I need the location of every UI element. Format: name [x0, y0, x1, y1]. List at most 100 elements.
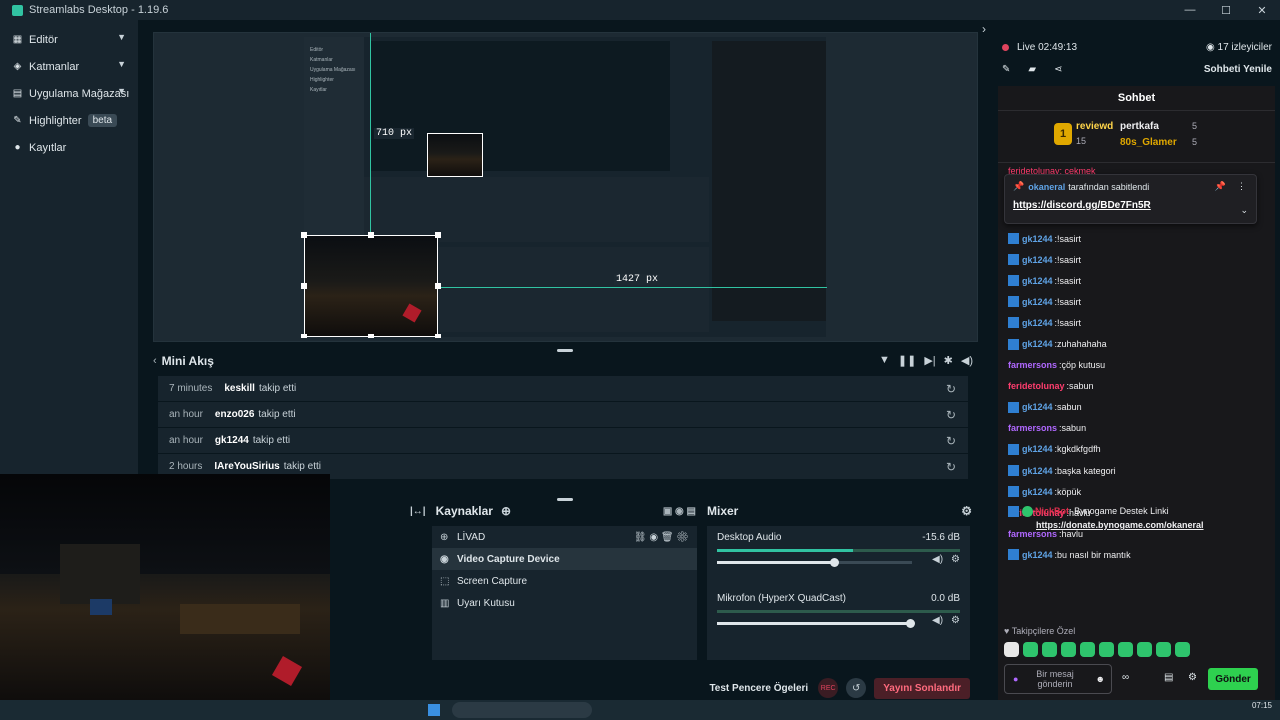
resize-handle[interactable] — [435, 334, 441, 338]
folder-icon[interactable]: ▰ — [1028, 64, 1036, 75]
add-source-icon[interactable]: ⊕ — [501, 504, 511, 518]
leader-count: 5 — [1192, 137, 1198, 147]
selected-source-webcam[interactable] — [304, 235, 438, 337]
emote-icon[interactable] — [1080, 642, 1095, 657]
resize-handle[interactable] — [301, 334, 307, 338]
selected-source-small[interactable] — [427, 133, 483, 177]
end-stream-button[interactable]: Yayını Sonlandır — [874, 677, 970, 699]
chevron-down-icon[interactable]: ⌄ — [1240, 205, 1248, 216]
resize-handle[interactable] — [368, 334, 374, 338]
unpin-icon[interactable]: 📌 — [1215, 181, 1226, 192]
chat-user[interactable]: feridetolunay — [1008, 381, 1065, 391]
resize-handle[interactable] — [435, 283, 441, 289]
slider-knob[interactable] — [830, 558, 839, 567]
maximize-icon[interactable]: ☐ — [1208, 0, 1244, 20]
source-item-alert-box[interactable]: ▥ Uyarı Kutusu — [432, 592, 697, 614]
test-widgets-label[interactable]: Test Pencere Ögeleri — [709, 683, 808, 694]
share-icon[interactable]: ⋖ — [1054, 64, 1062, 75]
chat-user[interactable]: gk1244 — [1022, 276, 1053, 286]
repeat-icon[interactable]: ↻ — [946, 460, 956, 474]
send-button[interactable]: Gönder — [1208, 668, 1258, 690]
stream-preview[interactable]: Editör Katmanlar Uygulama Mağazası Highl… — [153, 32, 978, 342]
chat-input[interactable]: ● Bir mesaj gönderin ☻ — [1004, 664, 1112, 694]
sidebar-item-editor[interactable]: ▦ Editör ▼ — [0, 26, 138, 53]
bot-link[interactable]: https://donate.bynogame.com/okaneral — [1036, 520, 1204, 530]
repeat-icon[interactable]: ↻ — [946, 382, 956, 396]
resize-handle[interactable] — [435, 232, 441, 238]
chat-settings-icon[interactable]: ⚙ — [1188, 672, 1197, 683]
source-tools-icons[interactable]: ▣ ◉ ▤ — [663, 506, 696, 517]
chat-user[interactable]: gk1244 — [1022, 444, 1053, 454]
sidebar-item-recordings[interactable]: ● Kayıtlar — [0, 134, 138, 161]
speaker-icon[interactable]: ◀) — [932, 615, 943, 626]
channel-settings-icon[interactable]: ⚙ — [951, 615, 960, 626]
source-label: Video Capture Device — [457, 553, 560, 565]
chat-user[interactable]: farmersons — [1008, 360, 1057, 370]
skip-icon[interactable]: ▶| — [924, 354, 935, 367]
pause-icon[interactable]: ❚❚ — [898, 354, 916, 367]
emote-icon[interactable] — [1175, 642, 1190, 657]
chat-text: !sasirt — [1057, 233, 1082, 244]
scenes-collapse-icon[interactable]: |↔| — [410, 506, 426, 517]
channel-settings-icon[interactable]: ⚙ — [951, 554, 960, 565]
emote-icon[interactable] — [1004, 642, 1019, 657]
sidebar-item-layers[interactable]: ◈ Katmanlar ▼ — [0, 53, 138, 80]
replay-buffer-button[interactable]: ↺ — [846, 678, 867, 698]
chat-user[interactable]: gk1244 — [1022, 339, 1053, 349]
settings-icon[interactable]: ✱ — [944, 354, 953, 367]
chat-user[interactable]: gk1244 — [1022, 318, 1053, 328]
search-icon[interactable] — [452, 702, 592, 718]
chat-user[interactable]: gk1244 — [1022, 550, 1053, 560]
chat-user[interactable]: gk1244 — [1022, 255, 1053, 265]
record-button[interactable]: REC — [818, 678, 839, 698]
edit-icon[interactable]: ✎ — [1002, 64, 1010, 75]
emote-icon[interactable] — [1156, 642, 1171, 657]
live-tools: ✎ ▰ ⋖ Sohbeti Yenile — [1002, 62, 1272, 76]
volume-icon[interactable]: ◀) — [961, 354, 973, 367]
chat-user[interactable]: gk1244 — [1022, 466, 1053, 476]
store-icon[interactable]: ▤ — [1164, 672, 1173, 683]
chat-user[interactable]: gk1244 — [1022, 402, 1053, 412]
resize-handle[interactable] — [301, 232, 307, 238]
close-icon[interactable]: ✕ — [1244, 0, 1280, 20]
refresh-chat-button[interactable]: Sohbeti Yenile — [1204, 64, 1272, 75]
emote-icon[interactable] — [1118, 642, 1133, 657]
emote-icon[interactable] — [1023, 642, 1038, 657]
resize-handle[interactable] — [301, 283, 307, 289]
emote-icon[interactable] — [1042, 642, 1057, 657]
filter-icon[interactable]: ▼ — [879, 354, 890, 367]
source-label: LİVAD — [457, 531, 486, 543]
slider-knob[interactable] — [906, 619, 916, 628]
nested-sidebar-item: Kayıtlar — [310, 87, 327, 93]
emote-icon[interactable] — [1061, 642, 1076, 657]
start-icon[interactable] — [428, 704, 440, 716]
mixer-settings-icon[interactable]: ⚙ — [961, 504, 972, 518]
chat-user[interactable]: gk1244 — [1022, 297, 1053, 307]
collapse-left-icon[interactable]: ‹ — [153, 355, 157, 367]
repeat-icon[interactable]: ↻ — [946, 434, 956, 448]
chat-user[interactable]: farmersons — [1008, 423, 1057, 433]
source-actions[interactable]: ⛓ ◉ 🗑 ⚙ — [634, 532, 689, 543]
editor-footer: Test Pencere Ögeleri REC ↺ Yayını Sonlan… — [330, 676, 980, 700]
chat-user[interactable]: gk1244 — [1022, 487, 1053, 497]
sidebar-item-highlighter[interactable]: ✎ Highlighter beta — [0, 107, 138, 134]
speaker-icon[interactable]: ◀) — [932, 554, 943, 565]
bits-icon[interactable]: ∞ — [1122, 672, 1129, 683]
emote-icon[interactable] — [1099, 642, 1114, 657]
resize-handle[interactable] — [368, 232, 374, 238]
source-item-video-capture[interactable]: ◉ Video Capture Device — [432, 548, 697, 570]
chat-leaderboard: 1 reviewd 15 pertkafa 5 80s_Glamer 5 — [998, 111, 1275, 163]
emoji-icon[interactable]: ☻ — [1096, 674, 1105, 684]
repeat-icon[interactable]: ↻ — [946, 408, 956, 422]
emote-icon[interactable] — [1137, 642, 1152, 657]
source-item-screen-capture[interactable]: ⬚ Screen Capture — [432, 570, 697, 592]
more-options-icon[interactable]: ⋮ — [1237, 181, 1246, 192]
sidebar-item-app-store[interactable]: ▤ Uygulama Mağazası ▼ — [0, 80, 138, 107]
volume-slider[interactable] — [717, 558, 912, 567]
source-item-livad[interactable]: ⊕ LİVAD ⛓ ◉ 🗑 ⚙ — [432, 526, 697, 548]
volume-slider[interactable] — [717, 619, 916, 628]
collapse-right-icon[interactable]: › — [982, 22, 986, 36]
minimize-icon[interactable]: — — [1172, 0, 1208, 20]
pinned-link[interactable]: https://discord.gg/BDe7Fn5R — [1013, 200, 1248, 211]
chat-user[interactable]: gk1244 — [1022, 234, 1053, 244]
